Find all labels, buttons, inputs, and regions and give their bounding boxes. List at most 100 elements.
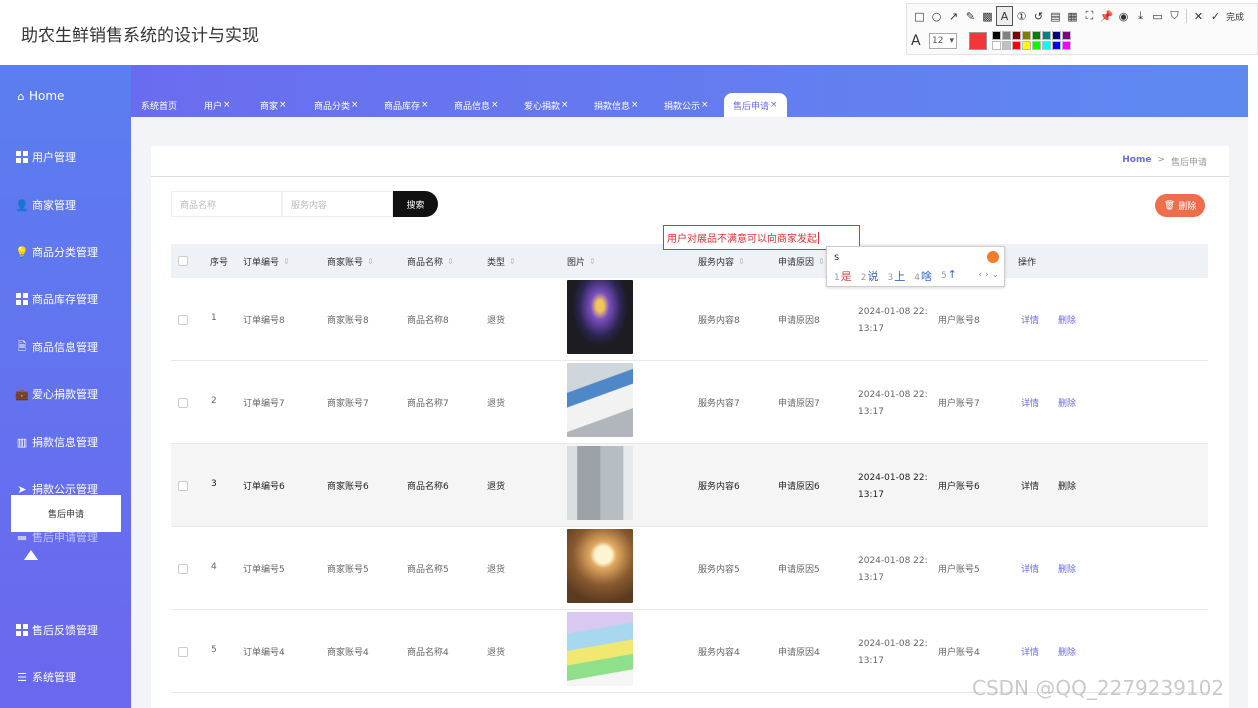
sort-icon[interactable]: ⇕ [283,257,290,266]
table-row[interactable]: 2 订单编号7 商家账号7 商品名称7 退货 服务内容7 申请原因7 用户账号7 2024-01… [171,361,1208,444]
detail-link[interactable]: 详情 [1021,479,1039,492]
palette-swatch[interactable] [1042,31,1051,40]
palette-swatch[interactable] [1012,41,1021,50]
sort-icon[interactable]: ⇕ [367,257,374,266]
ime-candidate[interactable]: 3上 [887,268,905,284]
ellipse-icon[interactable]: ○ [928,6,945,26]
table-row[interactable]: 4 订单编号5 商家账号5 商品名称5 退货 服务内容5 申请原因5 用户账号5 2024-01… [171,527,1208,610]
column-header[interactable]: 订单编号 ⇕ [243,244,290,278]
tab[interactable]: 捐款信息 × [594,93,639,117]
ime-candidate[interactable]: 5↑ [941,268,957,284]
column-header[interactable]: 商品名称 ⇕ [407,244,454,278]
rect-icon[interactable]: □ [911,6,928,26]
tv-cabinet-photo[interactable] [567,280,633,354]
detail-link[interactable]: 详情 [1021,645,1039,658]
close-icon[interactable]: × [351,100,359,110]
row-checkbox[interactable] [178,564,188,574]
bookmark-icon[interactable]: ⛉ [1166,6,1183,26]
close-icon[interactable]: × [561,100,569,110]
breadcrumb-home[interactable]: Home [1122,155,1151,168]
close-icon[interactable]: × [223,100,231,110]
search-button[interactable]: 搜索 [393,191,438,217]
current-color-swatch[interactable] [969,31,987,50]
sort-icon[interactable]: ⇕ [509,257,516,266]
delete-button[interactable]: 🗑 删除 [1155,194,1205,217]
undo-icon[interactable]: ↺ [1030,6,1047,26]
ime-candidate[interactable]: 1是 [834,268,852,284]
close-icon[interactable]: × [631,100,639,110]
number-icon[interactable]: ① [1013,6,1030,26]
ime-nav[interactable]: ‹ › ⌄ [979,270,999,280]
service-content-input[interactable]: 服务内容 [282,191,393,217]
row-checkbox[interactable] [178,481,188,491]
sidebar-item[interactable]: 💡 商品分类管理 [15,242,98,262]
table-row[interactable]: 3 订单编号6 商家账号6 商品名称6 退货 服务内容6 申请原因6 用户账号6 2024-01… [171,444,1208,527]
tab[interactable]: 爱心捐款 × [524,93,569,117]
close-icon[interactable]: ✕ [1190,6,1207,26]
delete-link[interactable]: 删除 [1058,479,1076,492]
lamp-photo[interactable] [567,529,633,603]
sidebar-item[interactable]: 用户管理 [16,147,76,167]
palette-swatch[interactable] [1022,41,1031,50]
palette-swatch[interactable] [1012,31,1021,40]
close-icon[interactable]: × [701,100,709,110]
detail-link[interactable]: 详情 [1021,313,1039,326]
row-checkbox[interactable] [178,315,188,325]
column-header[interactable]: 商家账号 ⇕ [327,244,374,278]
column-header[interactable]: 图片 ⇕ [567,244,596,278]
select-all-checkbox[interactable] [178,256,188,266]
detail-link[interactable]: 详情 [1021,562,1039,575]
palette-swatch[interactable] [1052,41,1061,50]
delete-link[interactable]: 删除 [1058,562,1076,575]
close-icon[interactable]: × [770,100,778,110]
tab[interactable]: 售后申请 × [724,93,787,117]
tab[interactable]: 商品库存 × [384,93,429,117]
sidebar-item[interactable]: 商品库存管理 [16,289,98,309]
tab[interactable]: 商品分类 × [314,93,359,117]
mosaic-icon[interactable]: ▩ [979,6,996,26]
tab[interactable]: 系统首页 [141,93,177,117]
palette-swatch[interactable] [1062,31,1071,40]
palette-swatch[interactable] [1042,41,1051,50]
sneaker-photo[interactable] [567,363,633,437]
sidebar-home[interactable]: ⌂ Home [15,89,65,103]
font-size-select[interactable]: 12 ▾ [929,32,957,49]
ime-candidate[interactable]: 4啥 [914,268,932,284]
row-checkbox[interactable] [178,398,188,408]
tab[interactable]: 捐款公示 × [664,93,709,117]
close-icon[interactable]: × [279,100,287,110]
ocr-icon[interactable]: ▤ [1047,6,1064,26]
sidebar-item[interactable]: 👤 商家管理 [15,195,76,215]
delete-link[interactable]: 删除 [1058,396,1076,409]
sidebar-item[interactable]: 售后反馈管理 [16,620,98,640]
tab[interactable]: 商家 × [260,93,287,117]
product-name-input[interactable]: 商品名称 [171,191,282,217]
palette-swatch[interactable] [1002,41,1011,50]
scroll-capture-icon[interactable]: ⛶ [1081,6,1098,26]
column-header[interactable]: 序号 [210,244,228,278]
sort-icon[interactable]: ⇕ [738,257,745,266]
palette-swatch[interactable] [1052,31,1061,40]
tab[interactable]: 商品信息 × [454,93,499,117]
arrow-icon[interactable]: ↗ [945,6,962,26]
sidebar-item[interactable]: ▥ 捐款信息管理 [16,432,98,452]
translate-icon[interactable]: ▦ [1064,6,1081,26]
sort-icon[interactable]: ⇕ [447,257,454,266]
check-icon[interactable]: ✓ [1207,6,1224,26]
sort-icon[interactable]: ⇕ [818,257,825,266]
download-icon[interactable]: ⤓ [1132,6,1149,26]
text-icon[interactable]: A [996,6,1013,26]
pin-icon[interactable]: 📌 [1098,6,1115,26]
refrigerator-photo[interactable] [567,446,633,520]
delete-link[interactable]: 删除 [1058,313,1076,326]
ime-candidate[interactable]: 2说 [861,268,879,284]
pen-icon[interactable]: ✎ [962,6,979,26]
done-button[interactable]: 完成 [1226,10,1244,23]
column-header[interactable]: 类型 ⇕ [487,244,516,278]
record-icon[interactable]: ◉ [1115,6,1132,26]
detail-link[interactable]: 详情 [1021,396,1039,409]
table-row[interactable]: 1 订单编号8 商家账号8 商品名称8 退货 服务内容8 申请原因8 用户账号8 2024-01… [171,278,1208,361]
sidebar-item[interactable]: 💼 爱心捐款管理 [15,384,98,404]
palette-swatch[interactable] [1022,31,1031,40]
palette-swatch[interactable] [992,31,1001,40]
